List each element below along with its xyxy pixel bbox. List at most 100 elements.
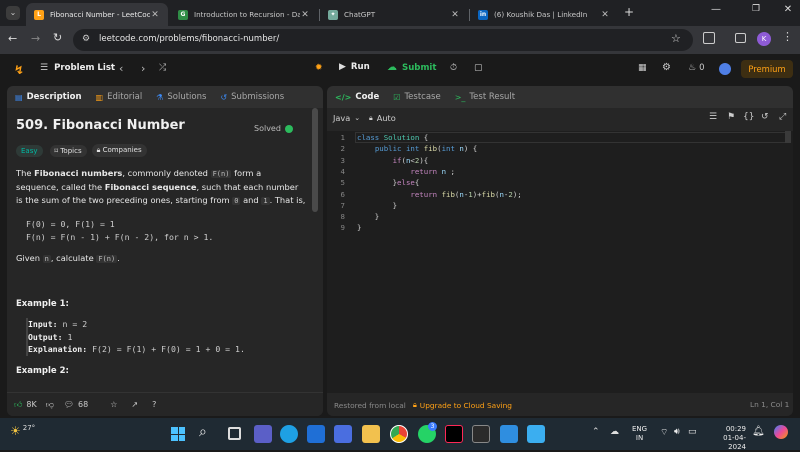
submit-button[interactable]: ☁ Submit (387, 62, 436, 73)
wifi-icon[interactable]: ⌔ (660, 427, 668, 438)
snipping-tool-icon[interactable] (527, 425, 545, 443)
intellij-icon[interactable] (445, 425, 463, 443)
weather-sun-icon: ☀ (10, 424, 21, 438)
output-value: 1 (62, 331, 73, 342)
extensions-icon[interactable] (703, 32, 715, 44)
weather-widget[interactable]: ☀ 27° (10, 424, 35, 438)
streak-counter[interactable]: ♨ 0 (688, 63, 705, 73)
editor-footer: Restored from local 🔒︎ Upgrade to Cloud S… (327, 395, 793, 415)
tab-title: ChatGPT (344, 10, 376, 19)
code-editor[interactable]: 1 2 3 4 5 6 7 8 9 class Solution { publi… (327, 131, 793, 393)
terminal-icon: >_ (454, 92, 466, 102)
comments-button[interactable]: 💬︎ 68 (64, 400, 88, 409)
notification-bell-icon[interactable]: 🔔︎ (752, 426, 765, 437)
user-avatar[interactable] (719, 63, 731, 75)
layout-grid-icon[interactable]: ▦ (638, 63, 647, 73)
problem-list-button[interactable]: ☰ Problem List (40, 63, 115, 73)
leetcode-logo-icon[interactable]: ↯ (14, 63, 24, 77)
companies-tag[interactable]: 🔒︎ Companies (91, 144, 147, 157)
dislike-button[interactable]: 👎︎ (46, 400, 54, 410)
language-select[interactable]: Java ⌄ (333, 113, 360, 123)
minimize-button[interactable]: — (708, 4, 724, 20)
debug-icon[interactable]: ✹ (315, 63, 323, 73)
battery-icon[interactable]: ▭ (688, 427, 697, 437)
more-menu-icon[interactable]: ⋮ (782, 30, 793, 43)
fullscreen-icon[interactable]: ⤢ (779, 112, 786, 122)
example-1-heading: Example 1: (16, 299, 69, 309)
reset-icon[interactable]: ↺ (761, 112, 769, 122)
reload-icon[interactable]: ↻ (53, 31, 62, 44)
auto-mode-toggle[interactable]: 🔒︎ Auto (369, 113, 396, 123)
browser-tab-chatgpt[interactable]: ✦ ChatGPT ✕ (320, 3, 468, 26)
tab-search-button[interactable]: ⌄ (6, 6, 20, 20)
description-scrollbar[interactable] (312, 108, 318, 212)
onedrive-icon[interactable]: ☁ (610, 427, 619, 437)
settings-gear-icon[interactable]: ⚙ (662, 62, 671, 73)
file-explorer-icon[interactable] (362, 425, 380, 443)
close-window-button[interactable]: ✕ (780, 4, 796, 20)
tab-editorial[interactable]: ▥ Editorial (96, 92, 143, 102)
favorite-star-icon[interactable]: ☆ (110, 400, 117, 409)
tab-submissions[interactable]: ↺ Submissions (220, 92, 284, 102)
close-icon[interactable]: ✕ (450, 10, 460, 20)
teams-icon[interactable] (254, 425, 272, 443)
text: , commonly denoted (122, 168, 211, 178)
browser-tab-recursion[interactable]: G Introduction to Recursion - Dat ✕ (170, 3, 318, 26)
close-icon[interactable]: ✕ (600, 10, 610, 20)
share-icon[interactable]: ↗ (131, 400, 138, 409)
bookmark-star-icon[interactable]: ☆ (671, 32, 681, 45)
notepad-icon[interactable] (500, 425, 518, 443)
new-tab-button[interactable]: + (622, 5, 636, 19)
tab-label: Solutions (167, 92, 207, 102)
site-info-icon[interactable]: ⚙ (82, 34, 90, 44)
code-panel: </> Code ☑ Testcase >_ Test Result Java ⌄ 🔒︎… (327, 86, 793, 416)
like-count: 8K (26, 400, 37, 409)
volume-icon[interactable]: 🔊︎ (674, 427, 680, 437)
tray-chevron-icon[interactable]: ⌃ (592, 427, 600, 437)
run-button[interactable]: ▶ Run (339, 62, 370, 72)
forward-arrow-icon[interactable]: → (31, 32, 40, 45)
sidebar-icon[interactable] (735, 33, 746, 43)
copilot-icon[interactable] (774, 425, 788, 439)
upgrade-cloud-link[interactable]: 🔒︎ Upgrade to Cloud Saving (413, 400, 512, 410)
timer-icon[interactable]: ⏱ (450, 63, 457, 73)
browser-tab-linkedin[interactable]: in (6) Koushik Das | LinkedIn ✕ (470, 3, 618, 26)
terminal-app-icon[interactable] (472, 425, 490, 443)
shuffle-icon[interactable]: ⤮ (159, 63, 166, 73)
comment-count: 68 (78, 400, 89, 409)
start-button[interactable] (171, 427, 185, 441)
edge-icon[interactable] (280, 425, 298, 443)
restore-button[interactable]: ❐ (748, 4, 764, 20)
help-icon[interactable]: ? (152, 400, 156, 409)
tab-testcase[interactable]: ☑ Testcase (393, 92, 440, 102)
tab-description[interactable]: ▤ Description (15, 92, 82, 102)
editor-scrollbar[interactable] (785, 131, 791, 143)
mail-icon[interactable] (307, 425, 325, 443)
braces-icon[interactable]: {} (743, 112, 754, 122)
tab-title: (6) Koushik Das | LinkedIn (494, 10, 588, 19)
clock[interactable]: 00:29 01-04-2024 (708, 425, 746, 452)
back-arrow-icon[interactable]: ← (8, 32, 17, 45)
prev-problem-icon[interactable]: ‹ (119, 62, 123, 75)
task-view-icon[interactable] (228, 427, 241, 440)
tab-test-result[interactable]: >_ Test Result (455, 92, 515, 102)
notes-icon[interactable]: ▢ (474, 63, 483, 73)
bookmark-icon[interactable]: ⚑ (727, 112, 735, 122)
avatar[interactable]: K (757, 32, 771, 46)
premium-button[interactable]: Premium (741, 60, 793, 78)
close-icon[interactable]: ✕ (150, 10, 160, 20)
tab-code[interactable]: </> Code (335, 92, 379, 102)
chrome-icon[interactable] (390, 425, 408, 443)
topics-tag[interactable]: ⌑ Topics (49, 144, 87, 157)
mirror-app-icon[interactable] (334, 425, 352, 443)
next-problem-icon[interactable]: › (141, 62, 145, 75)
close-icon[interactable]: ✕ (300, 10, 310, 20)
address-bar[interactable]: ⚙ leetcode.com/problems/fibonacci-number… (73, 29, 693, 51)
format-icon[interactable]: ☰ (709, 112, 717, 122)
tab-solutions[interactable]: ⚗ Solutions (156, 92, 206, 102)
text: , calculate (50, 253, 97, 263)
language-indicator[interactable]: ENG IN (632, 425, 647, 443)
search-icon[interactable]: ⌕ (199, 424, 207, 440)
like-button[interactable]: 👍︎ 8K (14, 400, 37, 410)
browser-tab-leetcode[interactable]: L Fibonacci Number - LeetCode ✕ (26, 3, 168, 26)
